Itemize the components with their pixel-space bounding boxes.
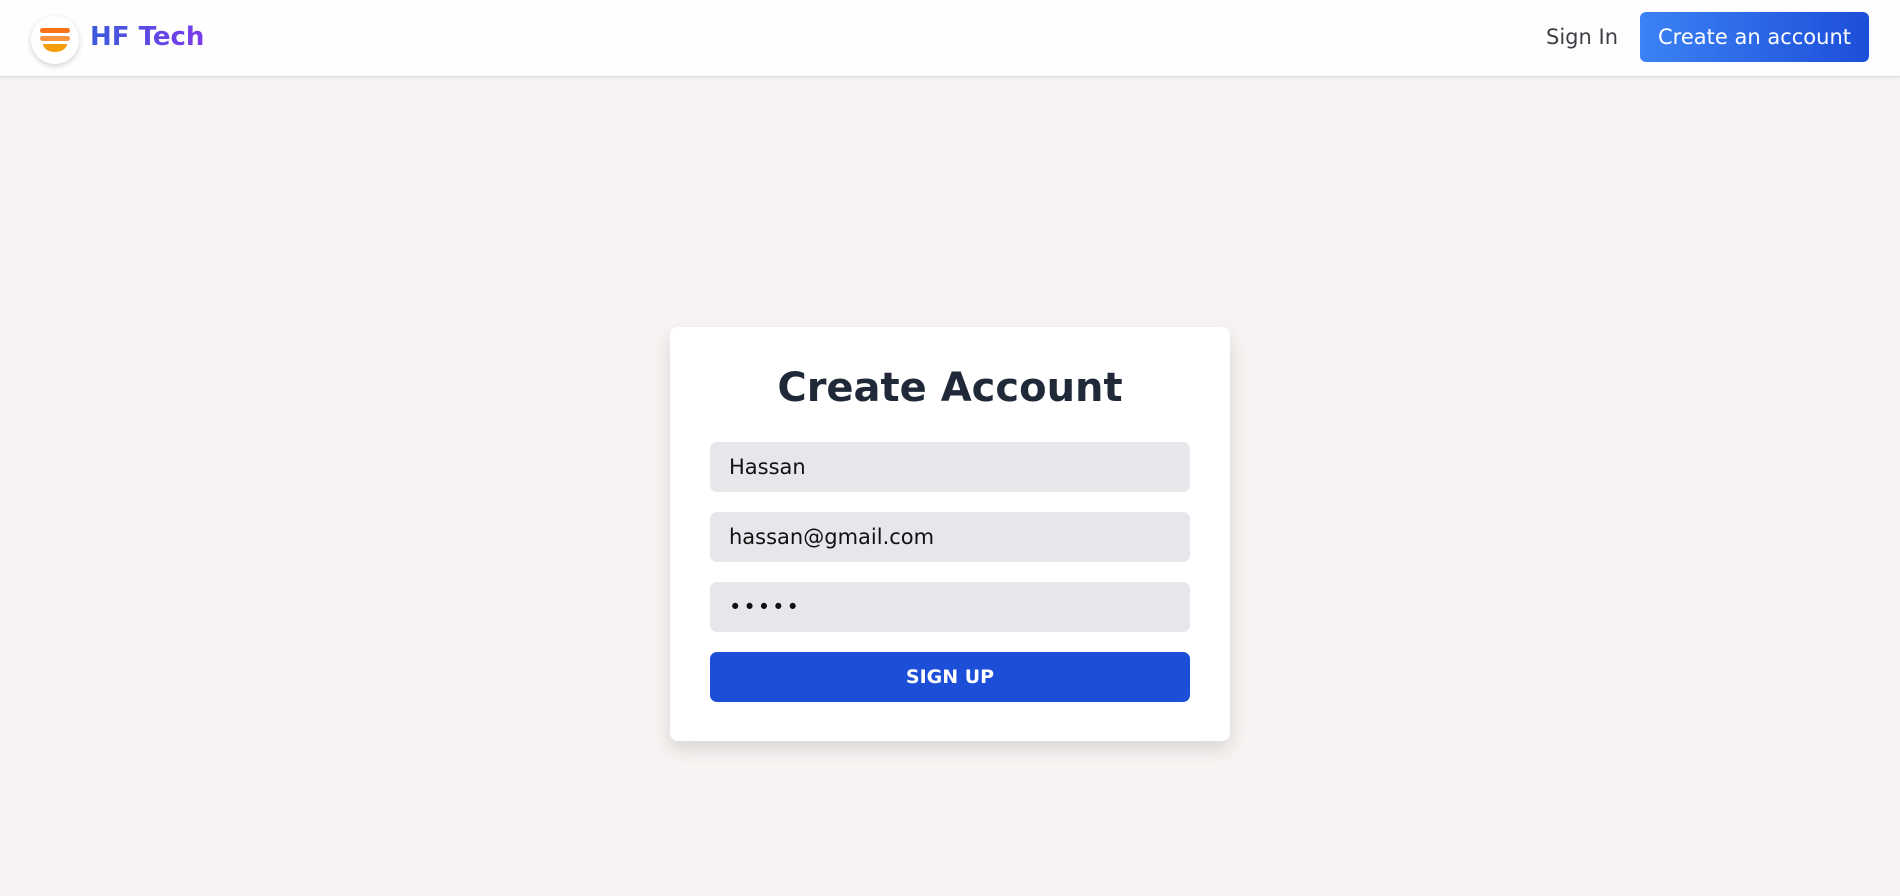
sign-up-button[interactable]: SIGN UP [710, 652, 1190, 702]
logo-icon[interactable] [31, 16, 79, 64]
brand-name[interactable]: HF Tech [90, 19, 204, 55]
top-navbar: HF Tech Sign In Create an account [0, 0, 1900, 77]
signup-card: Create Account SIGN UP [670, 327, 1230, 741]
sign-in-link[interactable]: Sign In [1518, 19, 1618, 55]
password-field[interactable] [710, 582, 1190, 632]
email-field[interactable] [710, 512, 1190, 562]
name-field[interactable] [710, 442, 1190, 492]
create-account-button[interactable]: Create an account [1640, 12, 1869, 62]
form-title: Create Account [777, 365, 1123, 411]
